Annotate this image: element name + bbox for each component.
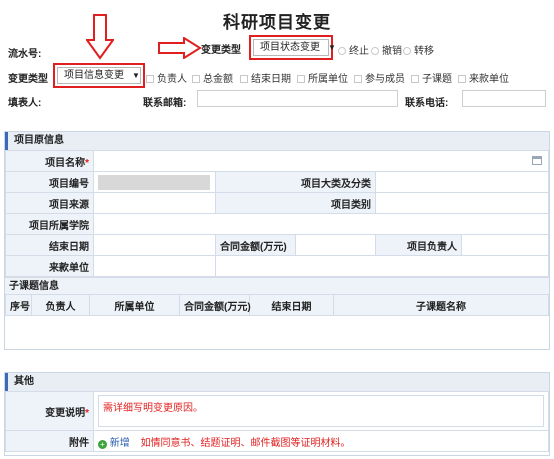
change-type-label: 变更类型	[201, 45, 241, 56]
contract-amount-field	[295, 234, 376, 256]
checkbox-icon	[411, 75, 419, 83]
reason-placeholder: 需详细写明变更原因。	[103, 403, 203, 414]
type-field	[375, 192, 549, 214]
payer-field	[93, 255, 216, 277]
reason-cell: 需详细写明变更原因。	[93, 391, 549, 431]
attachment-cell: + 新增 如情同意书、结题证明、邮件截图等证明材料。	[93, 430, 549, 452]
project-info-select[interactable]: 项目信息变更 ▼	[57, 67, 141, 84]
field-label: 附件	[5, 430, 94, 452]
add-attachment-button[interactable]: + 新增	[98, 438, 133, 449]
column-header: 所属单位	[89, 294, 180, 316]
field-label: 项目编号	[5, 171, 94, 193]
college-field	[93, 213, 549, 235]
reason-textarea[interactable]: 需详细写明变更原因。	[98, 395, 544, 427]
category-field	[375, 171, 549, 193]
subtopic-title: 子课题信息	[5, 277, 549, 294]
column-header: 合同金额(万元)	[179, 294, 251, 316]
section-title: 项目原信息	[5, 132, 549, 150]
radio-icon	[403, 47, 411, 55]
filler-label: 填表人:	[8, 98, 42, 109]
highlight-box: 项目信息变更 ▼	[53, 63, 145, 88]
project-state-select[interactable]: 项目状态变更 ▼	[253, 39, 336, 56]
column-header: 子课题名称	[333, 294, 549, 316]
field-label: 项目类别	[215, 192, 376, 214]
highlight-box: 项目状态变更 ▼	[249, 35, 336, 60]
field-label: 项目负责人	[375, 234, 462, 256]
change-type-label-2: 变更类型	[8, 74, 48, 85]
calendar-icon[interactable]	[532, 156, 542, 165]
column-header: 结束日期	[249, 294, 334, 316]
section-title: 其他	[5, 373, 549, 391]
checkbox-icon	[192, 75, 200, 83]
email-label: 联系邮箱:	[143, 98, 187, 109]
checkbox-icon	[146, 75, 154, 83]
down-arrow-annotation	[86, 14, 114, 60]
right-arrow-annotation	[158, 37, 202, 59]
other-panel: 其他 变更说明* 需详细写明变更原因。 附件 + 新增 如情同意书、结题证明、邮…	[4, 372, 550, 456]
radio-terminate[interactable]: 终止	[338, 42, 369, 57]
dropdown-caret-icon: ▼	[328, 43, 336, 52]
radio-transfer[interactable]: 转移	[403, 42, 434, 57]
radio-icon	[371, 47, 379, 55]
dropdown-caret-icon: ▼	[132, 71, 140, 80]
field-label: 项目名称*	[5, 150, 94, 172]
checkbox-unit[interactable]: 所属单位	[297, 70, 348, 85]
radio-icon	[338, 47, 346, 55]
field-label: 项目所属学院	[5, 213, 94, 235]
checkbox-icon	[297, 75, 305, 83]
plus-circle-icon: +	[98, 439, 107, 449]
checkbox-total-amount[interactable]: 总金额	[192, 70, 233, 85]
field-label: 合同金额(万元)	[215, 234, 296, 256]
payer-field-extra	[215, 255, 549, 277]
project-no-field	[93, 171, 216, 193]
attachment-hint: 如情同意书、结题证明、邮件截图等证明材料。	[140, 437, 351, 449]
checkbox-leader[interactable]: 负责人	[146, 70, 187, 85]
checkbox-subtopic[interactable]: 子课题	[411, 70, 452, 85]
checkbox-payer[interactable]: 来款单位	[458, 70, 509, 85]
field-label: 结束日期	[5, 234, 94, 256]
select-value: 项目状态变更	[260, 42, 320, 53]
serial-label: 流水号:	[8, 49, 42, 60]
field-label: 项目来源	[5, 192, 94, 214]
original-info-table: 项目名称* 项目编号 项目大类及分类 项目来源 项目类别 项目所属学院 结束日期…	[5, 150, 549, 277]
field-label: 变更说明*	[5, 391, 94, 431]
checkbox-icon	[354, 75, 362, 83]
field-label: 项目大类及分类	[215, 171, 376, 193]
project-name-field[interactable]	[93, 150, 549, 172]
checkbox-icon	[240, 75, 248, 83]
checkbox-members[interactable]: 参与成员	[354, 70, 405, 85]
phone-label: 联系电话:	[405, 98, 449, 109]
leader-field	[461, 234, 549, 256]
end-date-field	[93, 234, 216, 256]
column-header: 负责人	[31, 294, 90, 316]
subtopic-table: 序号 负责人 所属单位 合同金额(万元) 结束日期 子课题名称	[5, 294, 549, 316]
table-header-row: 序号 负责人 所属单位 合同金额(万元) 结束日期 子课题名称	[5, 294, 549, 316]
original-info-panel: 项目原信息 项目名称* 项目编号 项目大类及分类 项目来源 项目类别 项目所属学…	[4, 131, 550, 350]
column-header: 序号	[5, 294, 32, 316]
other-table: 变更说明* 需详细写明变更原因。 附件 + 新增 如情同意书、结题证明、邮件截图…	[5, 391, 549, 452]
radio-revoke[interactable]: 撤销	[371, 42, 402, 57]
field-label: 来款单位	[5, 255, 94, 277]
checkbox-icon	[458, 75, 466, 83]
page-title: 科研项目变更	[223, 13, 331, 32]
phone-input[interactable]	[462, 90, 546, 107]
source-field	[93, 192, 216, 214]
email-input[interactable]	[197, 90, 398, 107]
checkbox-end-date[interactable]: 结束日期	[240, 70, 291, 85]
select-value: 项目信息变更	[64, 70, 124, 81]
